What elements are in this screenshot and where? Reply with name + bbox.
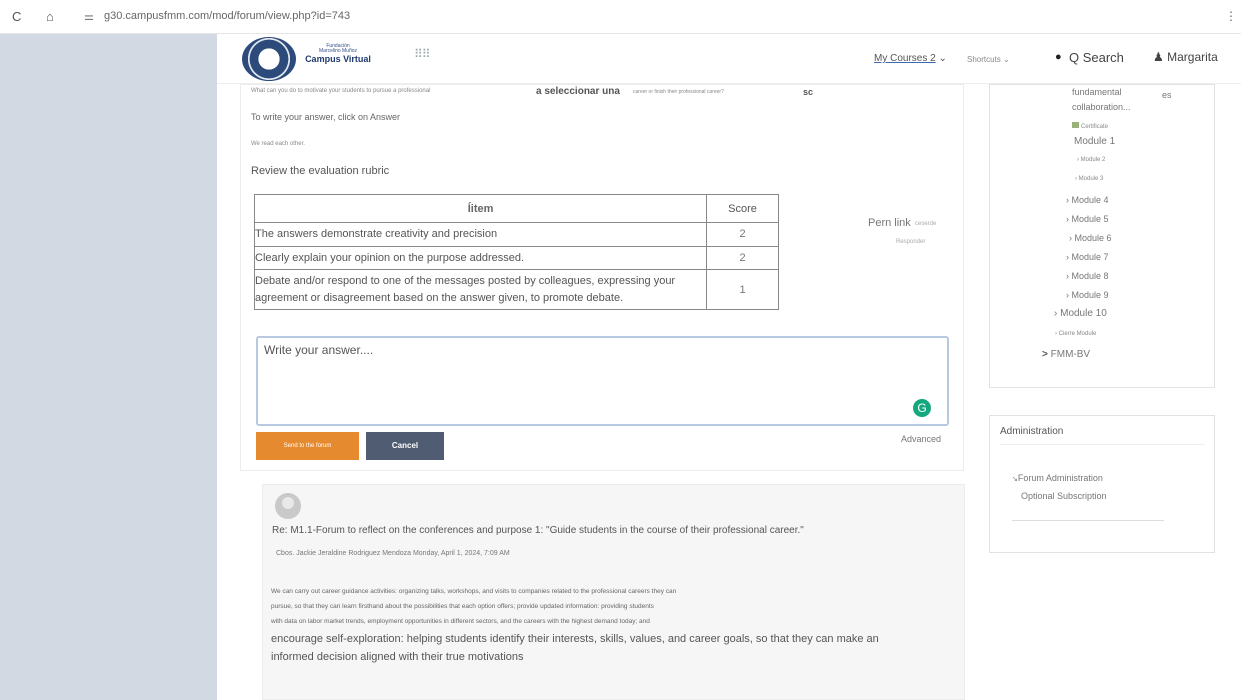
question-small-text: What can you do to motivate your student… xyxy=(251,88,431,94)
left-gutter xyxy=(0,34,217,700)
permalink-link[interactable]: Pern link xyxy=(868,217,911,229)
chevron-right-icon: > xyxy=(1042,349,1048,360)
rubric-score-cell: 2 xyxy=(706,222,779,247)
question-tail-text: career or finish their professional care… xyxy=(633,89,724,95)
table-row: The answers demonstrate creativity and p… xyxy=(253,222,779,247)
nav-item-module-5[interactable]: › Module 5 xyxy=(1066,214,1109,224)
permalink-sub-link[interactable]: ceserde xyxy=(915,221,936,227)
nav-item-collaboration[interactable]: collaboration... xyxy=(1072,102,1131,112)
rubric-col-item: Íitem xyxy=(253,194,708,223)
chevron-down-icon: ⌄ xyxy=(1003,55,1010,64)
administration-title: Administration xyxy=(1000,426,1064,437)
chat-icon[interactable]: ● xyxy=(1055,51,1062,63)
avatar[interactable] xyxy=(275,493,301,519)
nav-item-module-2[interactable]: › Module 2 xyxy=(1077,157,1105,163)
user-name: Margarita xyxy=(1167,50,1218,64)
post-body-line: with data on labor market trends, employ… xyxy=(271,618,650,625)
nav-item-module-7[interactable]: › Module 7 xyxy=(1066,252,1109,262)
certificate-icon xyxy=(1072,122,1079,128)
nav-item-certificate[interactable]: Certificate xyxy=(1072,122,1108,130)
nav-item-module-4[interactable]: › Module 4 xyxy=(1066,195,1109,205)
campus-logo-icon[interactable] xyxy=(242,37,296,81)
home-icon[interactable]: ⌂ xyxy=(46,9,54,24)
reload-icon[interactable]: C xyxy=(12,9,21,24)
forum-administration-link[interactable]: ↘Forum Administration xyxy=(1012,473,1103,483)
browser-menu-icon[interactable]: ⋮ xyxy=(1225,9,1237,23)
user-icon: ♟ xyxy=(1153,50,1164,64)
evaluation-rubric-table: Íitem Score The answers demonstrate crea… xyxy=(253,194,779,310)
apps-grid-icon[interactable]: ⠿⠿ xyxy=(414,48,431,60)
advanced-link[interactable]: Advanced xyxy=(901,434,941,444)
post-title[interactable]: Re: M1.1-Forum to reflect on the confere… xyxy=(272,525,804,536)
shortcuts-label: Shortcuts xyxy=(967,55,1001,64)
rubric-item-cell: Debate and/or respond to one of the mess… xyxy=(253,269,708,310)
grammar-check-icon[interactable]: G xyxy=(913,399,931,417)
rubric-score-cell: 2 xyxy=(706,245,779,270)
nav-item-module-9[interactable]: › Module 9 xyxy=(1066,290,1109,300)
forum-post: Re: M1.1-Forum to reflect on the confere… xyxy=(262,484,965,700)
search-button[interactable]: Q Search xyxy=(1069,50,1124,65)
site-header: Fundación Marcelino Muñoz Campus Virtual… xyxy=(217,34,1241,84)
rubric-header-row: Íitem Score xyxy=(253,194,779,223)
browser-toolbar: C ⌂ ⚌ g30.campusfmm.com/mod/forum/view.p… xyxy=(0,0,1241,34)
forum-reply-card: What can you do to motivate your student… xyxy=(240,84,964,471)
divider xyxy=(1000,444,1205,445)
address-bar[interactable]: g30.campusfmm.com/mod/forum/view.php?id=… xyxy=(104,10,350,22)
post-body-line: We can carry out career guidance activit… xyxy=(271,588,677,595)
cancel-button[interactable]: Cancel xyxy=(366,432,444,460)
review-rubric-text: Review the evaluation rubric xyxy=(251,165,390,177)
nav-fmm-bv-label: FMM-BV xyxy=(1050,349,1091,360)
answer-placeholder: Write your answer.... xyxy=(264,343,374,357)
we-read-text: We read each other. xyxy=(251,141,305,147)
user-menu[interactable]: ♟ Margarita xyxy=(1153,50,1218,64)
optional-subscription-link[interactable]: Optional Subscription xyxy=(1021,491,1107,501)
question-fragment: sc xyxy=(803,87,814,97)
course-navigation-block: fundamental es collaboration... Certific… xyxy=(989,84,1215,388)
post-meta: Cbos. Jackie Jeraldine Rodriguez Mendoza… xyxy=(276,550,510,557)
nav-item-module-10[interactable]: › Module 10 xyxy=(1054,308,1107,319)
reply-link[interactable]: Responder xyxy=(896,239,925,245)
chevron-down-icon: ⌄ xyxy=(938,53,947,64)
nav-item-cierre-module[interactable]: › Cierre Module xyxy=(1055,331,1096,337)
rubric-item-cell: The answers demonstrate creativity and p… xyxy=(253,222,708,247)
instruction-text: To write your answer, click on Answer xyxy=(251,112,401,122)
post-body-line: informed decision aligned with their tru… xyxy=(271,651,524,663)
rubric-col-score: Score xyxy=(706,194,779,223)
post-body-line: pursue, so that they can learn firsthand… xyxy=(271,603,654,610)
nav-item-fundamental[interactable]: fundamental xyxy=(1072,87,1122,97)
nav-item-fmm-bv[interactable]: > FMM-BV xyxy=(1042,349,1090,360)
table-row: Debate and/or respond to one of the mess… xyxy=(253,269,779,310)
nav-item-module-6[interactable]: › Module 6 xyxy=(1069,233,1112,243)
site-info-icon[interactable]: ⚌ xyxy=(84,10,94,23)
campus-logo-text[interactable]: Fundación Marcelino Muñoz Campus Virtual xyxy=(303,43,373,64)
answer-textarea[interactable]: Write your answer.... G xyxy=(256,336,949,426)
nav-item-fragment: es xyxy=(1162,90,1172,100)
rubric-item-cell: Clearly explain your opinion on the purp… xyxy=(253,245,708,270)
nav-item-module-8[interactable]: › Module 8 xyxy=(1066,271,1109,281)
forum-administration-label: Forum Administration xyxy=(1017,473,1103,483)
table-row: Clearly explain your opinion on the purp… xyxy=(253,245,779,270)
my-courses-label: My Courses 2 xyxy=(874,53,936,64)
my-courses-menu[interactable]: My Courses 2 ⌄ xyxy=(874,53,947,64)
administration-block: Administration ↘Forum Administration Opt… xyxy=(989,415,1215,553)
nav-item-module-3[interactable]: › Module 3 xyxy=(1075,176,1103,182)
logo-line-3: Campus Virtual xyxy=(305,53,371,64)
divider xyxy=(1012,520,1164,521)
rubric-col-item-label: item xyxy=(470,202,494,215)
rubric-score-cell: 1 xyxy=(706,269,779,310)
post-body-line: encourage self-exploration: helping stud… xyxy=(271,633,879,645)
nav-certificate-label: Certificate xyxy=(1081,124,1109,130)
question-bold-text: a seleccionar una xyxy=(536,86,620,97)
shortcuts-menu[interactable]: Shortcuts ⌄ xyxy=(967,55,1010,64)
nav-item-module-1[interactable]: Module 1 xyxy=(1074,136,1115,147)
send-to-forum-button[interactable]: Send to the forum xyxy=(256,432,359,460)
